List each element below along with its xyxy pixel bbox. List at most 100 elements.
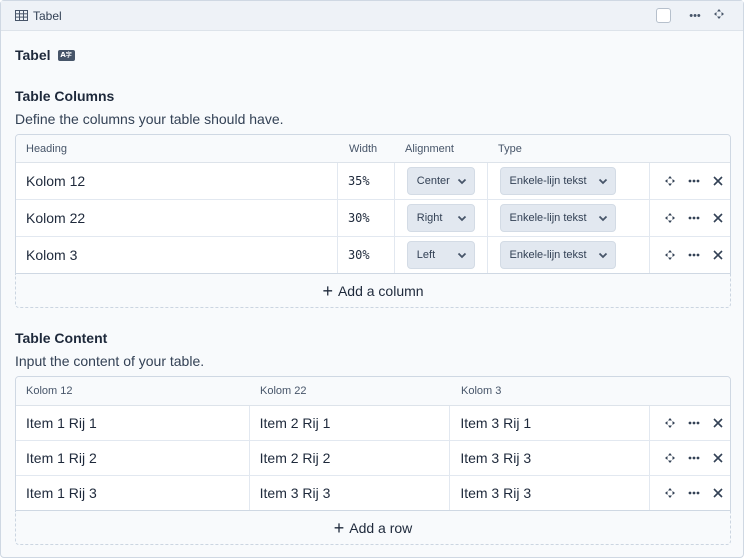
col-header-heading: Heading [26, 142, 67, 155]
add-row-label: Add a row [349, 519, 413, 536]
alignment-select-value: Center [416, 175, 450, 187]
drag-handle-icon[interactable] [658, 176, 682, 186]
content-cell[interactable]: Item 2 Rij 1 [248, 406, 450, 440]
column-width-input[interactable]: 30% [336, 200, 394, 236]
col-header-alignment: Alignment [405, 142, 454, 155]
chevron-down-icon [457, 252, 466, 259]
more-options-icon[interactable] [682, 216, 706, 220]
content-cell[interactable]: Item 3 Rij 3 [449, 476, 649, 510]
drag-handle-icon[interactable] [658, 488, 682, 498]
alignment-cell: Right [393, 200, 487, 236]
col-header-type: Type [498, 142, 522, 155]
column-width-input[interactable]: 30% [336, 237, 394, 273]
row-actions [649, 163, 730, 199]
columns-section-description: Define the columns your table should hav… [15, 111, 284, 127]
chevron-down-icon [598, 252, 607, 259]
type-cell: Enkele-lijn tekst [486, 237, 649, 273]
plus-icon: + [333, 517, 345, 538]
chevron-down-icon [457, 215, 466, 222]
remove-icon[interactable] [706, 418, 730, 428]
alignment-select[interactable]: Left [406, 241, 475, 269]
content-row: Item 1 Rij 1 Item 2 Rij 1 Item 3 Rij 1 [16, 406, 730, 441]
content-section-description: Input the content of your table. [15, 353, 205, 369]
chevron-down-icon [457, 178, 466, 185]
content-cell[interactable]: Item 3 Rij 3 [248, 476, 450, 510]
alignment-cell: Left [393, 237, 487, 273]
type-cell: Enkele-lijn tekst [486, 163, 649, 199]
plus-icon: + [322, 280, 333, 301]
alignment-select[interactable]: Center [406, 167, 475, 195]
panel-header: Tabel ••• [1, 1, 743, 31]
column-row: Kolom 22 30% Right Enkele-lijn tekst [16, 200, 730, 237]
columns-table-header: Heading Width Alignment Type [16, 135, 730, 163]
field-label-text: Tabel [15, 47, 51, 63]
row-actions [649, 441, 730, 475]
content-section-title: Table Content [15, 330, 108, 346]
column-row: Kolom 3 30% Left Enkele-lijn tekst [16, 237, 730, 273]
column-row: Kolom 12 35% Center Enkele-lijn tekst [16, 163, 730, 200]
add-row-button[interactable]: + Add a row [15, 511, 731, 545]
type-select-value: Enkele-lijn tekst [509, 175, 587, 187]
content-cell[interactable]: Item 1 Rij 2 [16, 441, 249, 475]
row-actions [649, 406, 730, 440]
content-cell[interactable]: Item 3 Rij 1 [449, 406, 649, 440]
chevron-down-icon [598, 215, 607, 222]
remove-icon[interactable] [706, 213, 730, 223]
type-cell: Enkele-lijn tekst [486, 200, 649, 236]
more-options-icon[interactable] [682, 456, 706, 460]
add-column-label: Add a column [337, 282, 424, 299]
type-select[interactable]: Enkele-lijn tekst [499, 241, 616, 269]
content-row: Item 1 Rij 2 Item 2 Rij 2 Item 3 Rij 3 [16, 441, 730, 476]
alignment-select-value: Right [416, 212, 443, 224]
column-width-input[interactable]: 35% [336, 163, 394, 199]
more-options-icon[interactable] [682, 179, 706, 183]
type-select[interactable]: Enkele-lijn tekst [499, 167, 616, 195]
content-table: Kolom 12 Kolom 22 Kolom 3 Item 1 Rij 1 I… [15, 376, 731, 511]
table-field-panel: Tabel ••• Tabel A字 Table Columns Define … [0, 0, 744, 558]
content-cell[interactable]: Item 1 Rij 1 [16, 406, 249, 440]
add-column-button[interactable]: + Add a column [15, 274, 731, 308]
drag-handle-icon[interactable] [658, 453, 682, 463]
select-checkbox[interactable] [656, 8, 671, 23]
more-options-icon[interactable]: ••• [683, 9, 707, 23]
drag-handle-icon[interactable] [707, 8, 731, 23]
content-header-col1: Kolom 12 [26, 385, 73, 397]
more-options-icon[interactable] [682, 253, 706, 257]
content-header-col3: Kolom 3 [461, 385, 502, 397]
col-header-width: Width [349, 142, 378, 155]
translatable-badge-icon: A字 [57, 49, 75, 61]
remove-icon[interactable] [706, 488, 730, 498]
remove-icon[interactable] [706, 176, 730, 186]
remove-icon[interactable] [706, 250, 730, 260]
field-label: Tabel A字 [15, 47, 75, 63]
type-select-value: Enkele-lijn tekst [509, 249, 587, 261]
alignment-cell: Center [393, 163, 487, 199]
column-heading-input[interactable]: Kolom 22 [16, 200, 337, 236]
content-row: Item 1 Rij 3 Item 3 Rij 3 Item 3 Rij 3 [16, 476, 730, 510]
content-cell[interactable]: Item 1 Rij 3 [16, 476, 249, 510]
chevron-down-icon [598, 178, 607, 185]
alignment-select[interactable]: Right [406, 204, 475, 232]
row-actions [649, 237, 730, 273]
more-options-icon[interactable] [682, 421, 706, 425]
row-actions [649, 200, 730, 236]
remove-icon[interactable] [706, 453, 730, 463]
alignment-select-value: Left [416, 249, 436, 261]
table-icon [15, 10, 28, 21]
column-heading-input[interactable]: Kolom 3 [16, 237, 337, 273]
more-options-icon[interactable] [682, 491, 706, 495]
drag-handle-icon[interactable] [658, 250, 682, 260]
columns-section-title: Table Columns [15, 88, 115, 104]
panel-title: Tabel [33, 8, 62, 23]
columns-table: Heading Width Alignment Type Kolom 12 35… [15, 134, 731, 274]
row-actions [649, 476, 730, 510]
type-select-value: Enkele-lijn tekst [509, 212, 587, 224]
drag-handle-icon[interactable] [658, 418, 682, 428]
type-select[interactable]: Enkele-lijn tekst [499, 204, 616, 232]
column-heading-input[interactable]: Kolom 12 [16, 163, 337, 199]
content-header-col2: Kolom 22 [260, 385, 307, 397]
content-table-header: Kolom 12 Kolom 22 Kolom 3 [16, 377, 730, 406]
drag-handle-icon[interactable] [658, 213, 682, 223]
content-cell[interactable]: Item 3 Rij 3 [449, 441, 649, 475]
content-cell[interactable]: Item 2 Rij 2 [248, 441, 450, 475]
